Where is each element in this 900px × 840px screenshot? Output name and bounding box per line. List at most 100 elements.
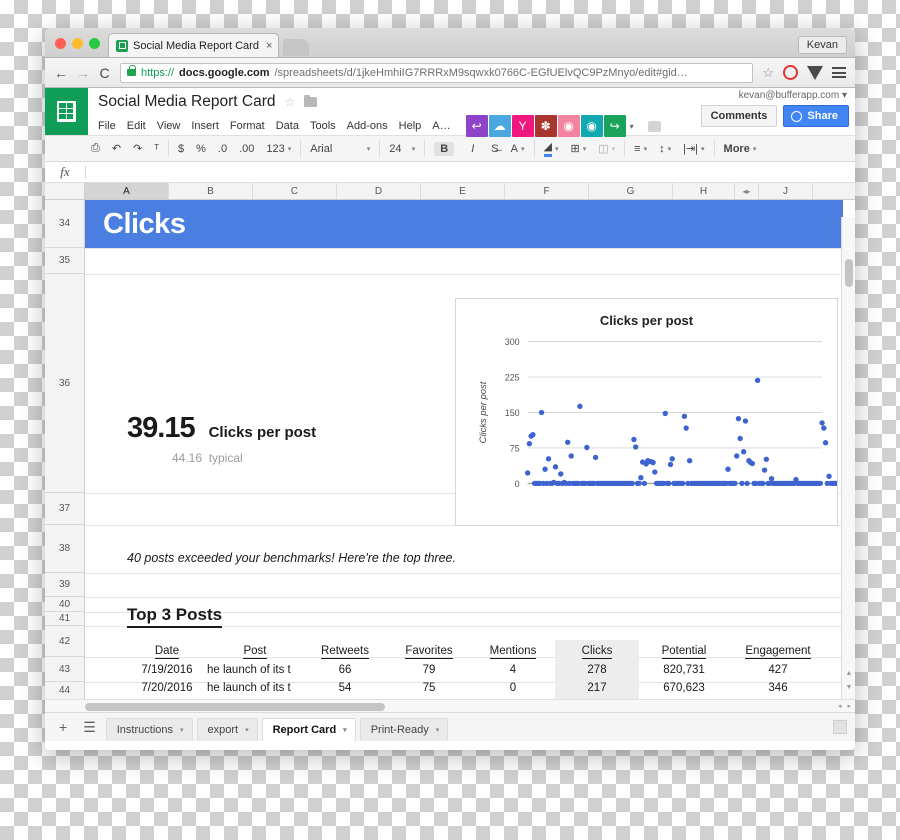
menu-overflow[interactable]: A… xyxy=(432,120,450,132)
horizontal-scroll-thumb[interactable] xyxy=(85,703,385,711)
number-format-button[interactable]: 123 ▾ xyxy=(260,143,297,155)
minimize-window-button[interactable] xyxy=(72,38,83,49)
window-controls[interactable] xyxy=(53,38,108,57)
horizontal-align-button[interactable]: ≡ ▾ xyxy=(628,143,653,155)
close-tab-icon[interactable]: × xyxy=(264,40,272,52)
font-size-select[interactable]: 24 ▾ xyxy=(383,143,421,155)
vertical-align-button[interactable]: ↕ ▾ xyxy=(653,143,677,155)
addon-darkred-icon[interactable]: ✽ xyxy=(534,115,557,137)
chevron-down-icon[interactable]: ▾ xyxy=(245,726,249,734)
menu-tools[interactable]: Tools xyxy=(310,120,336,132)
chevron-down-icon[interactable]: ▾ xyxy=(436,726,440,734)
sheet-tab-export[interactable]: export ▾ xyxy=(196,717,258,741)
select-all-corner[interactable] xyxy=(45,183,85,199)
row-header-34[interactable]: 34 xyxy=(45,200,84,248)
addon-purple-icon[interactable]: ↩ xyxy=(465,115,488,137)
share-button[interactable]: Share xyxy=(783,105,849,127)
document-title[interactable]: Social Media Report Card xyxy=(98,93,275,111)
text-color-button[interactable]: A ▾ xyxy=(505,143,531,155)
reload-icon[interactable]: C xyxy=(98,65,111,81)
hamburger-menu-icon[interactable] xyxy=(832,67,846,78)
menu-format[interactable]: Format xyxy=(230,120,265,132)
horizontal-scrollbar[interactable]: ◂ ▸ xyxy=(45,699,855,712)
row-header-43[interactable]: 43 xyxy=(45,657,84,682)
column-header-c[interactable]: C xyxy=(253,183,337,199)
column-header-d[interactable]: D xyxy=(337,183,421,199)
bookmark-star-icon[interactable]: ☆ xyxy=(762,65,774,81)
sheet-tab-instructions[interactable]: Instructions ▾ xyxy=(105,717,193,741)
menu-addons[interactable]: Add-ons xyxy=(347,120,388,132)
increase-decimal-button[interactable]: .00 xyxy=(233,143,260,155)
horizontal-scroll-arrows[interactable]: ◂ ▸ xyxy=(838,702,851,710)
row-header-38[interactable]: 38 xyxy=(45,525,84,573)
bold-button[interactable]: B xyxy=(434,141,455,156)
row-header-42[interactable]: 42 xyxy=(45,626,84,657)
menu-edit[interactable]: Edit xyxy=(127,120,146,132)
comments-button[interactable]: Comments xyxy=(700,105,778,127)
row-header-37[interactable]: 37 xyxy=(45,493,84,525)
decrease-decimal-button[interactable]: .0 xyxy=(212,143,233,155)
addon-teal-icon[interactable]: ◉ xyxy=(580,115,603,137)
row-header-41[interactable]: 41 xyxy=(45,612,84,626)
italic-button[interactable]: I xyxy=(466,142,479,156)
undo-icon[interactable]: ↶ xyxy=(106,142,127,155)
row-header-39[interactable]: 39 xyxy=(45,573,84,597)
addon-blue-icon[interactable]: ☁ xyxy=(488,115,511,137)
menu-view[interactable]: View xyxy=(157,120,181,132)
formula-bar[interactable]: fx xyxy=(45,162,855,183)
scroll-down-icon[interactable]: ▼ xyxy=(845,684,853,691)
table-row[interactable]: 7/19/2016 he launch of its t 66 79 4 278… xyxy=(127,661,827,679)
address-bar[interactable]: https:// docs.google.com/spreadsheets/d/1… xyxy=(120,62,754,83)
fill-color-button[interactable]: ◢ ▾ xyxy=(538,140,565,157)
addon-lightpink-icon[interactable]: ◉ xyxy=(557,115,580,137)
sheet-tab-print-ready[interactable]: Print-Ready ▾ xyxy=(359,717,449,741)
add-sheet-button[interactable]: + xyxy=(53,719,73,735)
row-header-35[interactable]: 35 xyxy=(45,248,84,274)
new-tab-button[interactable] xyxy=(283,39,310,56)
maximize-window-button[interactable] xyxy=(89,38,100,49)
browser-profile-button[interactable]: Kevan xyxy=(797,36,847,54)
wrap-text-button[interactable]: |⇥| ▾ xyxy=(677,142,710,155)
menu-file[interactable]: File xyxy=(98,120,116,132)
column-collapse-arrows[interactable]: ◂▸ xyxy=(735,183,759,199)
folder-icon[interactable] xyxy=(304,94,318,107)
paint-format-icon[interactable]: ᵀ xyxy=(148,143,165,155)
merge-cells-button[interactable]: ◫ ▾ xyxy=(592,142,621,155)
scroll-up-icon[interactable]: ▲ xyxy=(845,670,853,677)
font-family-select[interactable]: Arial ▾ xyxy=(304,143,376,155)
addon-green-icon[interactable]: ↪ xyxy=(603,115,626,137)
all-sheets-button[interactable]: ☰ xyxy=(77,719,102,736)
sheet-tab-report-card[interactable]: Report Card ▾ xyxy=(261,717,356,741)
menu-data[interactable]: Data xyxy=(276,120,299,132)
row-header-44[interactable]: 44 xyxy=(45,682,84,699)
column-header-j[interactable]: J xyxy=(759,183,813,199)
clicks-per-post-chart[interactable]: Clicks per post 0 75 150 225 300 Clicks per p… xyxy=(455,298,838,526)
strikethrough-button[interactable]: S̶ xyxy=(485,143,504,155)
more-toolbar-button[interactable]: More ▾ xyxy=(718,143,763,155)
column-header-e[interactable]: E xyxy=(421,183,505,199)
column-header-h[interactable]: H xyxy=(673,183,735,199)
sheets-logo[interactable] xyxy=(45,88,88,135)
currency-format-button[interactable]: $ xyxy=(172,143,190,155)
column-header-a[interactable]: A xyxy=(85,183,169,199)
scroll-right-icon[interactable]: ▸ xyxy=(847,702,851,710)
chevron-down-icon[interactable]: ▾ xyxy=(343,726,347,734)
menu-help[interactable]: Help xyxy=(399,120,422,132)
shield-icon[interactable] xyxy=(807,65,823,80)
comment-bubble-icon[interactable] xyxy=(647,120,661,132)
scroll-left-icon[interactable]: ◂ xyxy=(838,702,842,710)
explore-button[interactable] xyxy=(833,720,847,734)
chevron-down-icon[interactable]: ▾ xyxy=(627,122,637,131)
close-window-button[interactable] xyxy=(55,38,66,49)
addon-pink-icon[interactable]: Υ xyxy=(511,115,534,137)
vertical-scroll-thumb[interactable] xyxy=(845,259,853,287)
borders-button[interactable]: ⊞ ▾ xyxy=(564,142,592,155)
star-icon[interactable]: ☆ xyxy=(284,95,295,109)
chevron-down-icon[interactable]: ▾ xyxy=(180,726,184,734)
column-header-b[interactable]: B xyxy=(169,183,253,199)
vertical-scrollbar[interactable]: ▲ ▼ xyxy=(841,217,855,699)
menu-insert[interactable]: Insert xyxy=(191,120,219,132)
opera-icon[interactable] xyxy=(783,65,798,80)
browser-tab[interactable]: Social Media Report Card × xyxy=(108,33,280,57)
row-header-36[interactable]: 36 xyxy=(45,274,84,493)
